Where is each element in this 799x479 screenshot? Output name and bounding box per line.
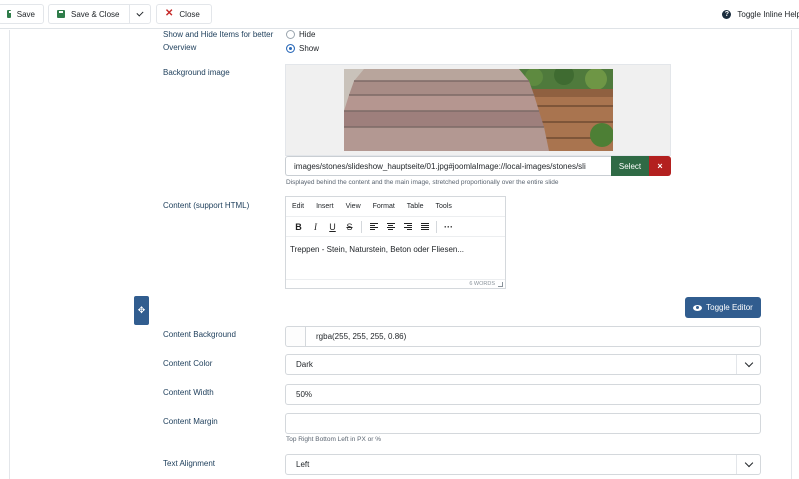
toolbar-separator — [436, 220, 437, 233]
chevron-down-icon — [736, 355, 760, 374]
italic-icon[interactable]: I — [307, 219, 324, 235]
toggle-editor-button[interactable]: Toggle Editor — [685, 297, 761, 318]
menu-tools[interactable]: Tools — [430, 203, 458, 210]
editor-menubar: Edit Insert View Format Table Tools — [286, 197, 505, 217]
strikethrough-icon[interactable]: S — [341, 219, 358, 235]
chevron-down-icon — [736, 455, 760, 474]
bold-icon[interactable]: B — [290, 219, 307, 235]
toggle-editor-label: Toggle Editor — [706, 303, 753, 312]
save-dropdown-button[interactable] — [129, 4, 151, 24]
help-label: Toggle Inline Help — [737, 9, 799, 19]
drag-handle-icon[interactable]: ✥ — [134, 296, 149, 325]
content-color-value: Dark — [296, 360, 313, 369]
save-close-label: Save & Close — [71, 9, 120, 19]
chevron-down-icon — [136, 8, 144, 17]
radio-show-control[interactable] — [286, 44, 295, 53]
text-alignment-select[interactable]: Left — [285, 454, 761, 475]
toolbar-separator — [361, 220, 362, 233]
content-background-field[interactable]: rgba(255, 255, 255, 0.86) — [285, 326, 761, 347]
menu-format[interactable]: Format — [367, 203, 401, 210]
menu-table[interactable]: Table — [401, 203, 430, 210]
radio-hide-control[interactable] — [286, 30, 295, 39]
content-width-value: 50% — [296, 390, 313, 399]
clear-image-button[interactable]: × — [649, 156, 671, 176]
select-image-button[interactable]: Select — [611, 156, 649, 176]
stairs-photo — [344, 69, 613, 151]
close-icon: ✕ — [165, 8, 174, 19]
underline-icon[interactable]: U — [324, 219, 341, 235]
editor-content[interactable]: Treppen - Stein, Naturstein, Beton oder … — [290, 245, 464, 254]
image-preview — [285, 64, 671, 156]
menu-view[interactable]: View — [340, 203, 367, 210]
content-color-label: Content Color — [163, 359, 213, 368]
content-label: Content (support HTML) — [163, 201, 250, 210]
save-icon — [57, 10, 65, 18]
close-button[interactable]: ✕ Close — [156, 4, 212, 24]
background-image-help: Displayed behind the content and the mai… — [286, 179, 559, 186]
content-margin-label: Content Margin — [163, 417, 218, 426]
radio-show[interactable]: Show — [286, 44, 319, 53]
content-width-input[interactable]: 50% — [285, 384, 761, 405]
color-swatch[interactable] — [286, 327, 306, 346]
align-left-icon[interactable] — [365, 219, 382, 235]
content-margin-help: Top Right Bottom Left in PX or % — [286, 436, 382, 443]
resize-grip-icon[interactable] — [498, 282, 503, 287]
radio-show-label: Show — [299, 44, 320, 53]
radio-hide-label: Hide — [299, 30, 316, 39]
content-color-select[interactable]: Dark — [285, 354, 761, 375]
content-editor: Edit Insert View Format Table Tools B I … — [285, 196, 506, 289]
radio-hide[interactable]: Hide — [286, 30, 315, 39]
align-justify-icon[interactable] — [416, 219, 433, 235]
save-button[interactable]: Save — [0, 4, 44, 24]
content-background-label: Content Background — [163, 330, 236, 339]
more-icon[interactable]: ··· — [440, 219, 457, 235]
save-icon — [7, 10, 13, 18]
menu-insert[interactable]: Insert — [310, 203, 340, 210]
show-hide-label: Show and Hide Items for better Overview — [163, 30, 274, 52]
toolbar: Save Save & Close ✕ Close ? Toggle Inlin… — [0, 0, 799, 29]
question-icon: ? — [722, 9, 732, 19]
text-alignment-value: Left — [296, 460, 310, 469]
align-right-icon[interactable] — [399, 219, 416, 235]
align-center-icon[interactable] — [382, 219, 399, 235]
editor-word-count: 6 WORDS — [286, 279, 505, 288]
toggle-inline-help-button[interactable]: ? Toggle Inline Help — [718, 4, 799, 24]
editor-format-toolbar: B I U S ··· — [286, 217, 505, 237]
close-label: Close — [179, 9, 200, 19]
background-image-input[interactable]: images/stones/slideshow_hauptseite/01.jp… — [285, 156, 611, 176]
text-alignment-label: Text Alignment — [163, 459, 216, 468]
save-close-button[interactable]: Save & Close — [48, 4, 130, 24]
content-background-value: rgba(255, 255, 255, 0.86) — [316, 332, 407, 341]
eye-icon — [693, 304, 703, 311]
content-width-label: Content Width — [163, 388, 214, 397]
content-margin-input[interactable] — [285, 413, 761, 434]
save-label: Save — [16, 9, 35, 19]
menu-edit[interactable]: Edit — [286, 203, 310, 210]
background-image-label: Background image — [163, 68, 230, 77]
